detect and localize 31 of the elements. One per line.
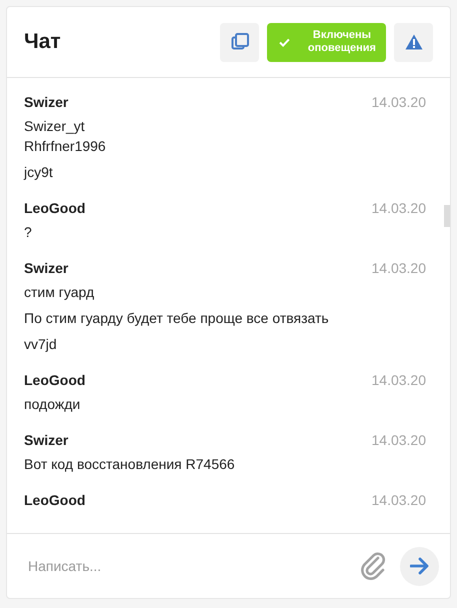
notifications-button[interactable]: Включены оповещения	[267, 22, 386, 62]
message-date: 14.03.20	[372, 370, 426, 390]
warning-button[interactable]	[394, 22, 433, 62]
message-text: vv7jd	[24, 335, 58, 354]
message-text: jcy9t	[24, 163, 54, 182]
message-date: 14.03.20	[372, 430, 426, 450]
message-author: LeoGood	[24, 198, 86, 218]
copy-icon	[230, 33, 248, 51]
message-author: Swizer	[24, 258, 68, 278]
chat-title: Чат	[24, 29, 62, 56]
scrollbar-thumb[interactable]	[444, 205, 450, 227]
message-text: Вот код восстановления R74566	[24, 455, 236, 474]
paperclip-icon[interactable]	[360, 552, 388, 580]
message-author: LeoGood	[24, 490, 86, 510]
message-author: Swizer	[24, 92, 68, 112]
message-date: 14.03.20	[372, 92, 426, 112]
message-text: подожди	[24, 395, 82, 414]
message-author: LeoGood	[24, 370, 86, 390]
message-text: ?	[24, 223, 33, 242]
message-date: 14.03.20	[372, 258, 426, 278]
message-input[interactable]: Написать...	[28, 556, 360, 576]
warning-icon	[404, 34, 422, 50]
message-author: Swizer	[24, 430, 68, 450]
message-text: стим гуард	[24, 283, 96, 302]
message-date: 14.03.20	[372, 198, 426, 218]
send-button[interactable]	[400, 546, 439, 586]
arrow-right-icon	[410, 557, 430, 575]
message-date: 14.03.20	[372, 490, 426, 510]
copy-button[interactable]	[220, 22, 259, 62]
message-text: Swizer_yt Rhfrfner1996	[24, 117, 107, 156]
message-text: По стим гуарду будет тебе проще все отвязать	[24, 309, 330, 328]
